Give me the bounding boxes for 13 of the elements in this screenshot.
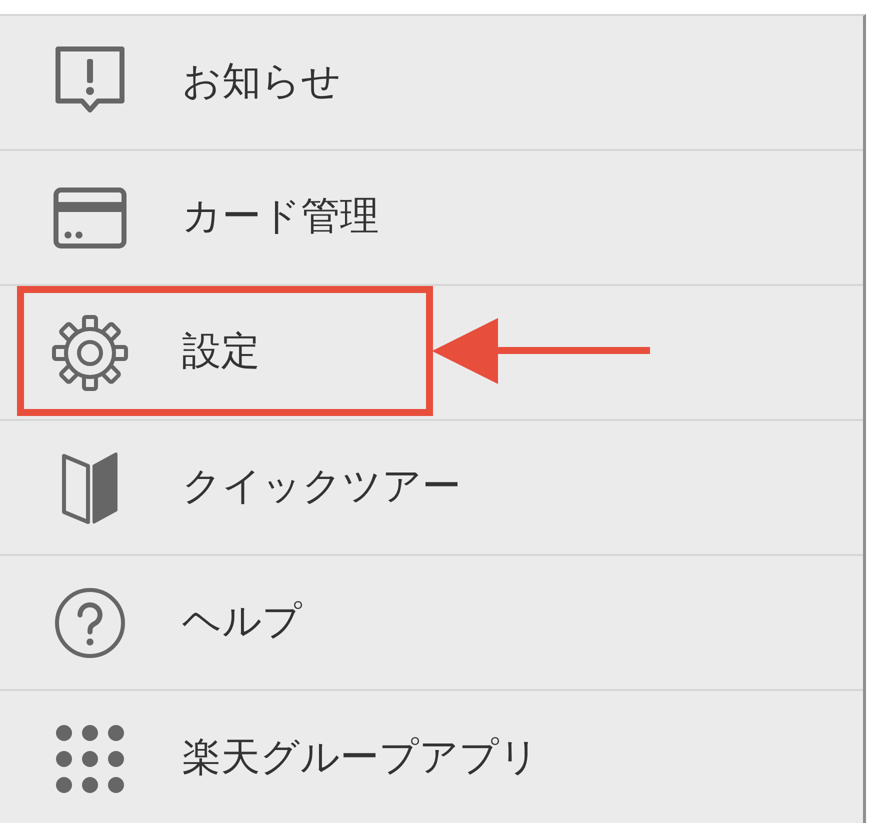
- menu-label: 設定: [182, 328, 260, 376]
- menu-item[interactable]: クイックツアー: [0, 421, 863, 556]
- menu-item[interactable]: お知らせ: [0, 16, 863, 151]
- menu-item[interactable]: 設定: [0, 286, 863, 421]
- menu-item[interactable]: ヘルプ: [0, 556, 863, 691]
- gear-icon: [52, 314, 128, 390]
- menu-item[interactable]: カード管理: [0, 151, 863, 286]
- menu-label: お知らせ: [182, 58, 341, 106]
- menu-label: ヘルプ: [182, 598, 302, 646]
- menu-label: カード管理: [182, 193, 379, 242]
- menu-label: 楽天グループアプリ: [182, 734, 539, 782]
- menu-label: クイックツアー: [182, 463, 461, 512]
- menu-item[interactable]: 楽天グループアプリ: [0, 691, 863, 823]
